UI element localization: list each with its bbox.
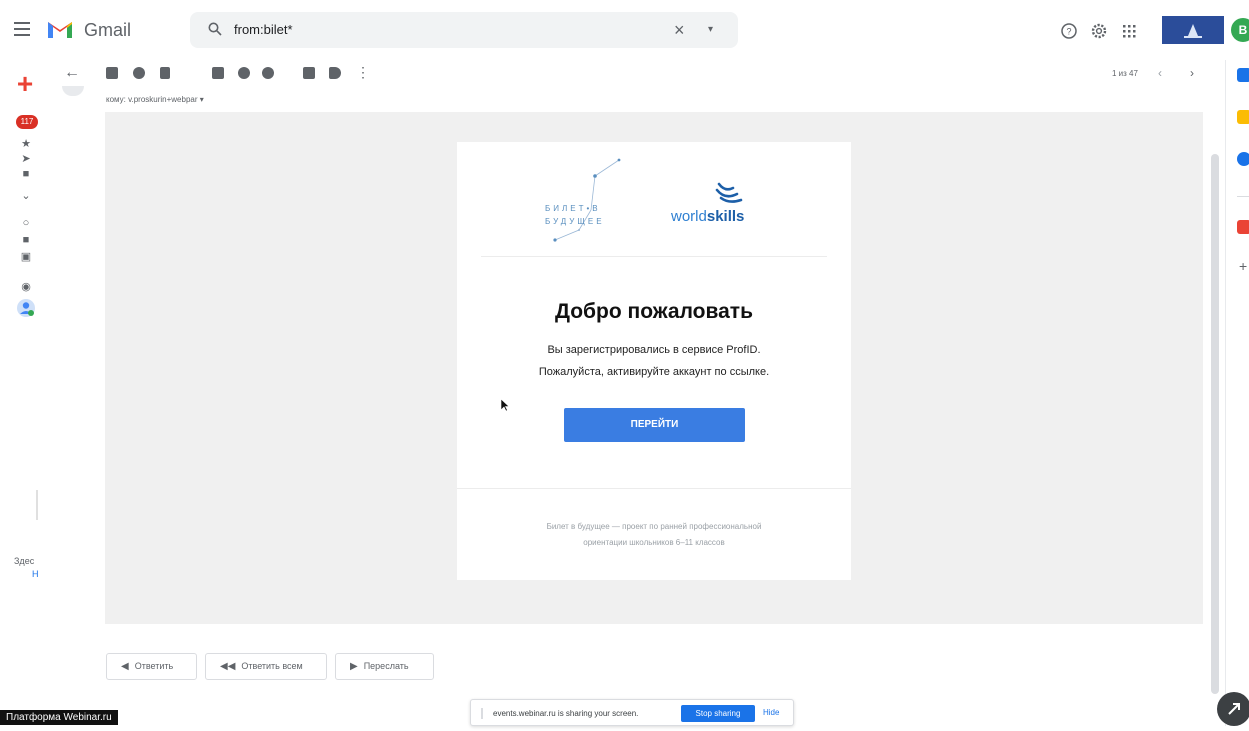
settings-icon[interactable] bbox=[1090, 22, 1108, 40]
welcome-text: Вы зарегистрировались в сервисе ProfID. bbox=[547, 344, 761, 356]
inbox-unread-badge[interactable]: 117 bbox=[16, 115, 38, 129]
gmail-logo-icon[interactable] bbox=[46, 18, 74, 40]
search-bar[interactable]: from:bilet* × ▾ bbox=[190, 12, 738, 48]
side-panel-divider bbox=[1225, 60, 1226, 726]
delete-icon[interactable] bbox=[160, 67, 170, 79]
mark-unread-icon[interactable] bbox=[212, 67, 224, 79]
message-body: БИЛЕТ•В БУДУЩЕЕ worldskills Добро пожало… bbox=[105, 112, 1203, 624]
sharing-status-text: events.webinar.ru is sharing your screen… bbox=[493, 709, 639, 718]
report-spam-icon[interactable] bbox=[133, 67, 145, 79]
welcome-text: Пожалуйста, активируйте аккаунт по ссылк… bbox=[538, 366, 770, 378]
rail-link-truncated[interactable]: Н bbox=[32, 569, 39, 579]
snooze-icon[interactable] bbox=[238, 67, 250, 79]
stop-sharing-button[interactable]: Stop sharing bbox=[681, 705, 755, 722]
brand-logo-line: БИЛЕТ•В bbox=[545, 204, 601, 213]
search-icon[interactable] bbox=[208, 22, 222, 36]
add-addon-icon[interactable]: + bbox=[1239, 258, 1247, 274]
drag-handle-icon[interactable] bbox=[481, 708, 483, 719]
sender-avatar bbox=[62, 86, 84, 96]
forward-button[interactable]: ▶ Переслать bbox=[335, 653, 434, 680]
brand-logo-line: БУДУЩЕЕ bbox=[545, 217, 605, 226]
older-chevron-icon[interactable]: › bbox=[1190, 66, 1194, 80]
rail-text-truncated: Здес bbox=[14, 556, 35, 566]
add-task-icon[interactable] bbox=[262, 67, 274, 79]
floating-action-button[interactable] bbox=[1217, 692, 1249, 726]
search-options-icon[interactable]: ▾ bbox=[708, 24, 713, 35]
top-bar: Gmail from:bilet* × ▾ ? B bbox=[0, 0, 1249, 60]
rail-divider bbox=[36, 490, 38, 520]
footer-text: Билет в будущее — проект по ранней профе… bbox=[546, 522, 762, 531]
side-panel-separator bbox=[1237, 196, 1249, 197]
addon-app-icon[interactable] bbox=[1237, 220, 1249, 234]
welcome-title: Добро пожаловать bbox=[555, 300, 753, 323]
reply-all-icon: ◀◀ bbox=[220, 661, 236, 672]
scrollbar[interactable] bbox=[1211, 154, 1219, 694]
more-options-icon[interactable]: ⋮ bbox=[356, 64, 370, 81]
apps-grid-icon[interactable] bbox=[1120, 22, 1138, 40]
label-icon[interactable]: ■ bbox=[20, 168, 32, 180]
newer-chevron-icon[interactable]: ‹ bbox=[1158, 66, 1162, 80]
reply-button[interactable]: ◀ Ответить bbox=[106, 653, 197, 680]
svg-text:?: ? bbox=[1066, 27, 1071, 37]
app-name: Gmail bbox=[84, 20, 132, 40]
tasks-app-icon[interactable] bbox=[1237, 152, 1249, 166]
starred-icon[interactable]: ★ bbox=[20, 138, 32, 150]
recipient-details[interactable]: кому: v.proskurin+webpar ▾ bbox=[106, 95, 204, 104]
keep-app-icon[interactable] bbox=[1237, 110, 1249, 124]
meet-icon[interactable]: ○ bbox=[20, 217, 32, 229]
search-input[interactable]: from:bilet* bbox=[234, 22, 293, 37]
video-icon[interactable]: ■ bbox=[20, 234, 32, 246]
calendar-icon[interactable]: ▣ bbox=[20, 251, 32, 263]
webinar-platform-label: Платформа Webinar.ru bbox=[0, 710, 118, 725]
main-menu-icon[interactable] bbox=[14, 22, 30, 36]
bilet-v-budushchee-logo: БИЛЕТ•В БУДУЩЕЕ bbox=[545, 204, 641, 226]
reply-all-button[interactable]: ◀◀ Ответить всем bbox=[205, 653, 327, 680]
organization-logo[interactable] bbox=[1162, 16, 1224, 44]
divider bbox=[481, 256, 827, 257]
back-arrow-icon[interactable]: ← bbox=[64, 64, 80, 82]
compose-button[interactable]: + bbox=[12, 70, 38, 98]
calendar-app-icon[interactable] bbox=[1237, 68, 1249, 82]
activate-account-button[interactable]: ПЕРЕЙТИ bbox=[564, 408, 745, 442]
email-card: БИЛЕТ•В БУДУЩЕЕ worldskills Добро пожало… bbox=[457, 142, 851, 580]
move-to-icon[interactable] bbox=[303, 67, 315, 79]
mouse-cursor-icon bbox=[500, 398, 510, 412]
forward-icon: ▶ bbox=[350, 661, 358, 672]
sent-icon[interactable]: ➤ bbox=[20, 153, 32, 165]
divider bbox=[457, 488, 851, 489]
screen-sharing-bar: events.webinar.ru is sharing your screen… bbox=[470, 699, 794, 726]
account-avatar[interactable]: B bbox=[1231, 18, 1249, 42]
worldskills-logo-text: worldskills bbox=[671, 208, 745, 225]
clear-search-icon[interactable]: × bbox=[674, 20, 685, 41]
footer-text: ориентации школьников 6–11 классов bbox=[583, 538, 725, 547]
more-chevron-icon[interactable]: ⌄ bbox=[20, 190, 32, 202]
help-icon[interactable]: ? bbox=[1060, 22, 1078, 40]
reply-icon: ◀ bbox=[121, 661, 129, 672]
pagination-text: 1 из 47 bbox=[1112, 69, 1138, 78]
archive-icon[interactable] bbox=[106, 67, 118, 79]
contact-avatar-icon[interactable] bbox=[16, 298, 36, 318]
hangouts-icon[interactable]: ◉ bbox=[20, 281, 32, 293]
hide-button[interactable]: Hide bbox=[763, 708, 779, 717]
labels-icon[interactable] bbox=[329, 67, 341, 79]
